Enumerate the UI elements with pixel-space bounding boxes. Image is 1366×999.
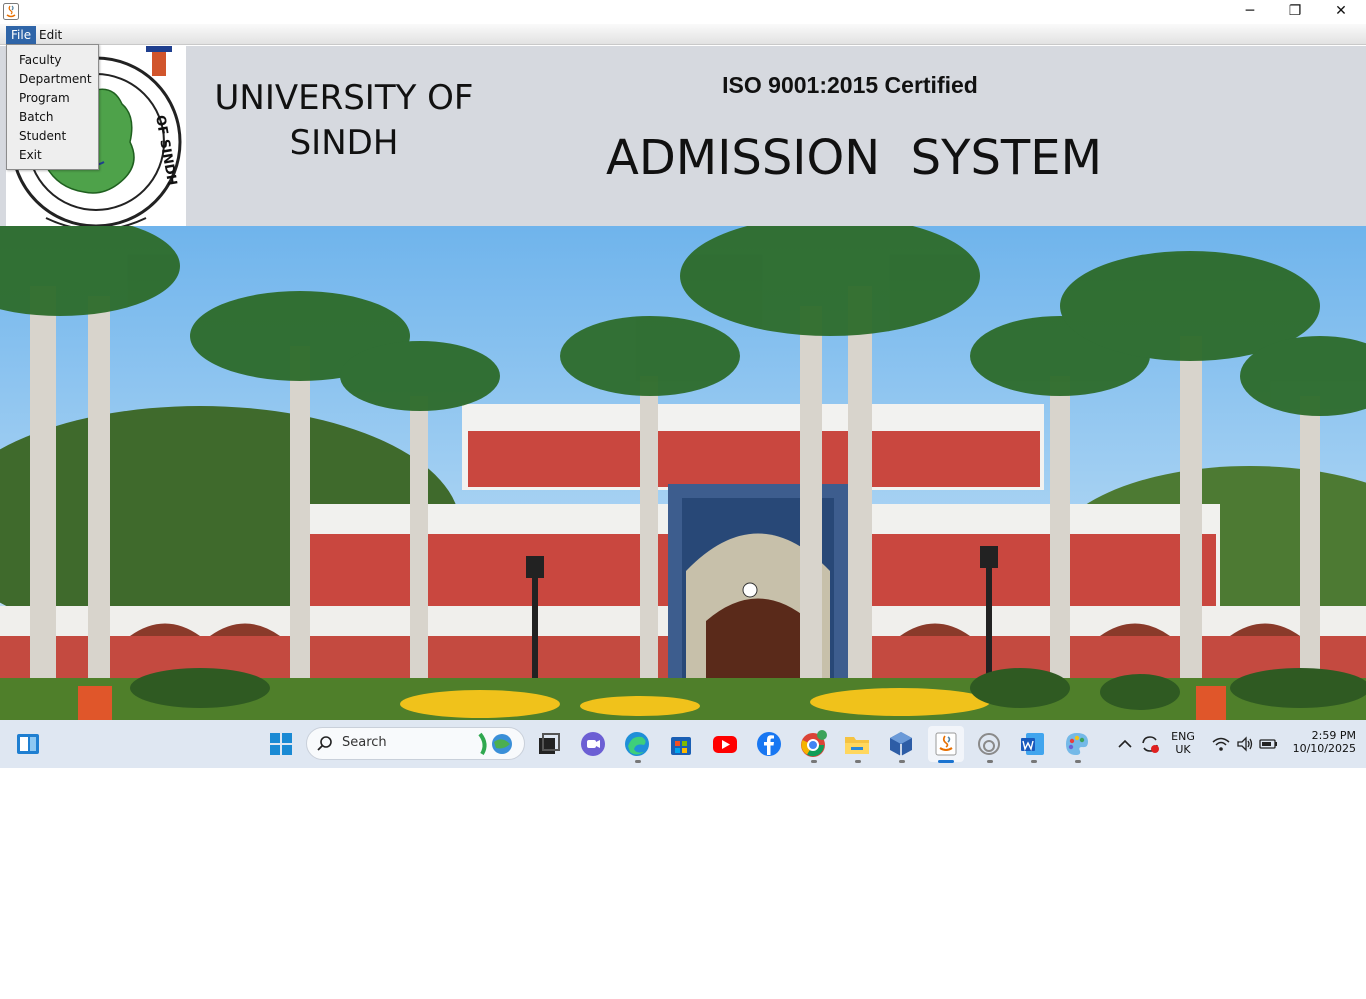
menu-item-exit[interactable]: Exit bbox=[7, 146, 98, 165]
menu-item-batch[interactable]: Batch bbox=[7, 108, 98, 127]
search-highlight-icon bbox=[478, 732, 512, 756]
chevron-up-icon[interactable] bbox=[1117, 737, 1133, 751]
task-view-icon[interactable] bbox=[533, 729, 563, 759]
close-button[interactable]: ✕ bbox=[1318, 0, 1364, 22]
youtube-icon[interactable] bbox=[710, 729, 740, 759]
java-app-icon bbox=[3, 3, 19, 20]
iso-certification: ISO 9001:2015 Certified bbox=[722, 72, 978, 98]
clock-time: 2:59 PM bbox=[1311, 729, 1356, 742]
file-dropdown: Faculty Department Program Batch Student… bbox=[6, 44, 99, 170]
menu-item-student[interactable]: Student bbox=[7, 127, 98, 146]
search-placeholder: Search bbox=[342, 735, 387, 750]
start-icon[interactable] bbox=[266, 729, 296, 759]
university-name-line1: UNIVERSITY OF bbox=[214, 78, 474, 118]
language-region: UK bbox=[1175, 743, 1191, 756]
menu-bar: File Edit bbox=[0, 24, 1366, 45]
word-icon[interactable] bbox=[1018, 729, 1048, 759]
ring-running-indicator bbox=[987, 760, 993, 763]
word-running-indicator bbox=[1031, 760, 1037, 763]
chrome-icon[interactable] bbox=[798, 729, 828, 759]
clock-date: 10/10/2025 bbox=[1292, 742, 1356, 755]
language-code: ENG bbox=[1171, 730, 1195, 743]
university-name-line2: SINDH bbox=[289, 123, 399, 163]
ring-app-icon[interactable] bbox=[974, 729, 1004, 759]
edge-running-indicator bbox=[635, 760, 641, 763]
system-title: ADMISSION SYSTEM bbox=[606, 130, 1102, 186]
java-active-indicator bbox=[938, 760, 954, 763]
search-icon bbox=[317, 736, 332, 751]
edge-icon[interactable] bbox=[622, 729, 652, 759]
sync-icon[interactable] bbox=[1139, 733, 1161, 755]
chrome-running-indicator bbox=[811, 760, 817, 763]
menu-item-faculty[interactable]: Faculty bbox=[7, 51, 98, 70]
paint-icon[interactable] bbox=[1062, 729, 1092, 759]
menu-edit[interactable]: Edit bbox=[34, 26, 67, 44]
widgets-icon[interactable] bbox=[13, 729, 43, 759]
wifi-icon[interactable] bbox=[1211, 735, 1231, 753]
menu-file[interactable]: File bbox=[6, 26, 37, 44]
facebook-icon[interactable] bbox=[754, 729, 784, 759]
volume-icon[interactable] bbox=[1235, 735, 1255, 753]
file-explorer-icon[interactable] bbox=[842, 729, 872, 759]
virtualbox-running-indicator bbox=[899, 760, 905, 763]
teams-chat-icon[interactable] bbox=[578, 729, 608, 759]
campus-photo bbox=[0, 226, 1366, 720]
paint-running-indicator bbox=[1075, 760, 1081, 763]
minimize-button[interactable]: ─ bbox=[1227, 0, 1273, 22]
store-icon[interactable] bbox=[666, 729, 696, 759]
clock[interactable]: 2:59 PM 10/10/2025 bbox=[1286, 729, 1356, 755]
java-app-taskbar-icon[interactable] bbox=[931, 729, 961, 759]
menu-item-department[interactable]: Department bbox=[7, 70, 98, 89]
language-indicator[interactable]: ENG UK bbox=[1166, 730, 1200, 756]
battery-icon[interactable] bbox=[1259, 737, 1279, 751]
window-titlebar: ─ ❐ ✕ bbox=[0, 0, 1366, 24]
menu-item-program[interactable]: Program bbox=[7, 89, 98, 108]
university-name: UNIVERSITY OF SINDH bbox=[196, 76, 492, 166]
explorer-running-indicator bbox=[855, 760, 861, 763]
maximize-button[interactable]: ❐ bbox=[1272, 0, 1318, 22]
virtualbox-icon[interactable] bbox=[886, 729, 916, 759]
